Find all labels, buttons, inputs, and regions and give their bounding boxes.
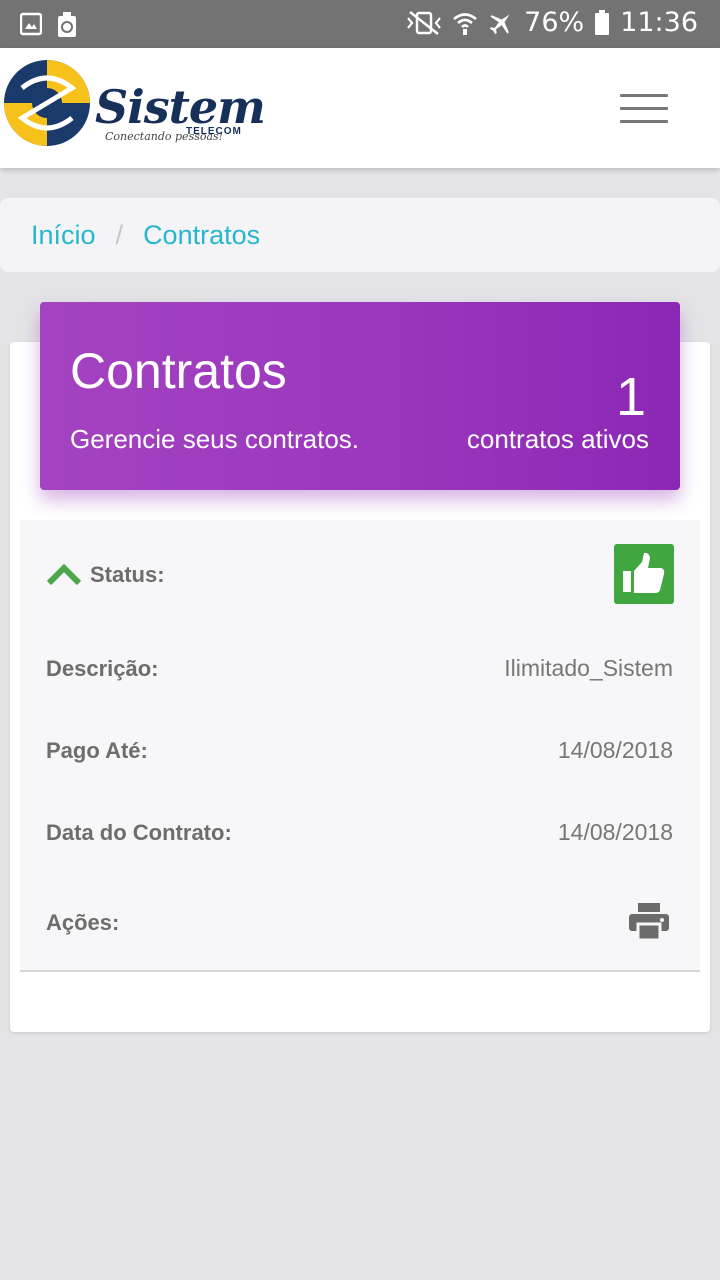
actions-label: Ações: (46, 910, 120, 935)
battery-percent: 76% (524, 7, 585, 38)
print-icon[interactable] (628, 902, 670, 942)
paid-until-value: 14/08/2018 (557, 737, 673, 763)
wifi-icon (453, 12, 477, 35)
hamburger-menu-icon[interactable] (620, 94, 668, 124)
status-badge[interactable] (614, 544, 674, 604)
description-label: Descrição: (46, 656, 159, 681)
contract-date-value: 14/08/2018 (557, 819, 673, 845)
thumbs-up-icon (623, 552, 665, 593)
logo-subtext: TELECOM (186, 126, 242, 137)
description-value: Ilimitado_Sistem (504, 655, 673, 681)
clock: 11:36 (620, 7, 698, 38)
breadcrumb-home[interactable]: Início (31, 220, 96, 251)
status-label: Status: (90, 562, 165, 587)
chevron-up-icon[interactable] (46, 562, 82, 586)
breadcrumb-separator: / (115, 219, 124, 250)
contracts-banner: Contratos Gerencie seus contratos. 1 con… (40, 302, 680, 490)
gallery-icon (20, 12, 42, 36)
airplane-icon (489, 14, 510, 34)
app-header: Sistem Conectando pessoas! TELECOM (0, 48, 720, 168)
recycle-icon (58, 12, 76, 37)
vibrate-icon (407, 10, 442, 35)
active-contracts-label: contratos ativos (466, 424, 649, 454)
status-bar: 76% 11:36 (0, 0, 720, 48)
battery-icon (595, 9, 610, 35)
page-title: Contratos (70, 343, 287, 399)
paid-until-label: Pago Até: (46, 738, 148, 763)
active-contracts-count: 1 (615, 367, 646, 427)
breadcrumb: Início / Contratos (0, 198, 720, 272)
sistem-logo[interactable]: Sistem Conectando pessoas! TELECOM (2, 56, 266, 154)
page-subtitle: Gerencie seus contratos. (70, 424, 360, 454)
logo-emblem-icon (4, 60, 90, 146)
contract-details[interactable]: Status: Descrição: Ilimitado_Sistem Pago… (20, 520, 700, 972)
contract-date-label: Data do Contrato: (46, 820, 232, 845)
breadcrumb-contratos[interactable]: Contratos (143, 220, 260, 251)
